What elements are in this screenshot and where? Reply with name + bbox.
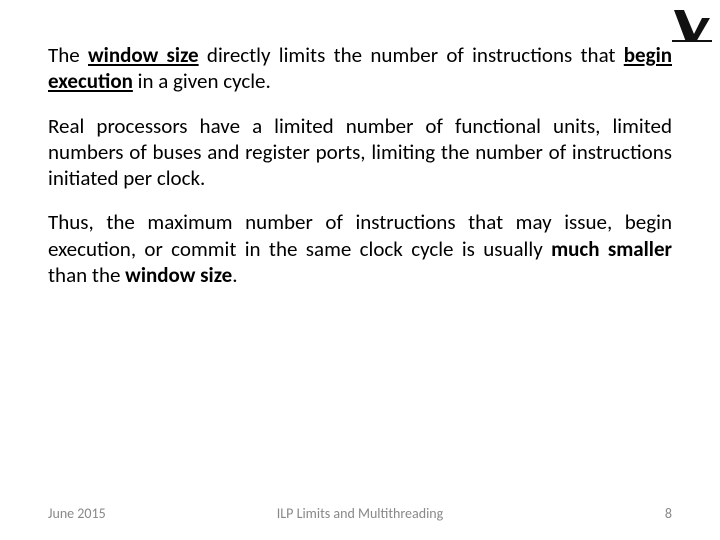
slide-footer: June 2015 ILP Limits and Multithreading …	[0, 505, 720, 522]
p3-window-size: window size	[125, 262, 232, 288]
footer-page-number: 8	[665, 505, 672, 522]
footer-date: June 2015	[48, 505, 106, 522]
p3-much-smaller: much smaller	[551, 236, 672, 262]
paragraph-2: Real processors have a limited number of…	[48, 113, 672, 192]
p1-t5: in a given cycle.	[133, 68, 271, 94]
institution-logo	[672, 6, 712, 42]
slide: The window size directly limits the numb…	[0, 0, 720, 540]
paragraph-1: The window size directly limits the numb…	[48, 42, 672, 95]
p1-t3: directly limits the number of instructio…	[199, 42, 624, 68]
footer-title: ILP Limits and Multithreading	[277, 505, 443, 522]
p1-window-size: window size	[88, 42, 199, 68]
p3-t3: than the	[48, 262, 125, 288]
logo-icon	[672, 6, 712, 42]
p1-t1: The	[48, 42, 88, 68]
paragraph-3: Thus, the maximum number of instructions…	[48, 209, 672, 288]
p3-t5: .	[232, 262, 237, 288]
